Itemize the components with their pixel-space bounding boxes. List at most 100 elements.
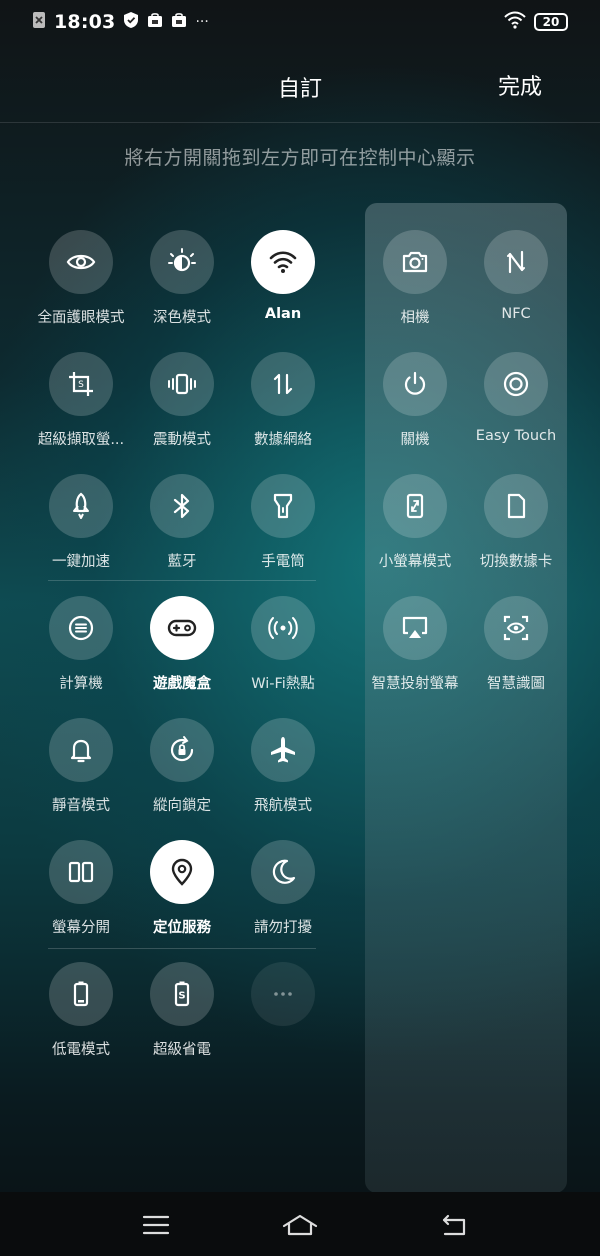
rotation-lock-icon <box>170 736 194 762</box>
tile-label: NFC <box>501 306 531 322</box>
location-icon <box>171 858 193 886</box>
tile-label: 手電筒 <box>261 554 305 570</box>
tile-label: 相機 <box>400 310 430 326</box>
tile-smart-screen-cast[interactable]: 智慧投射螢幕 <box>360 596 470 693</box>
wifi-icon <box>269 251 297 273</box>
rocket-icon <box>73 492 89 519</box>
battery-low-icon <box>73 981 89 1007</box>
tile-label: 關機 <box>400 432 430 448</box>
tile-portrait-lock[interactable]: 縱向鎖定 <box>127 718 237 815</box>
sim-card-icon <box>507 493 526 519</box>
svg-text:S: S <box>178 991 185 1002</box>
nfc-icon <box>507 250 525 274</box>
screenshot-crop-icon: S <box>69 372 93 396</box>
home-icon <box>282 1214 318 1236</box>
eye-icon <box>66 254 96 270</box>
tile-vibrate[interactable]: 震動模式 <box>127 352 237 449</box>
battery-indicator: 20 <box>534 13 568 31</box>
home-button[interactable] <box>280 1210 320 1240</box>
shopping-bag-icon <box>171 12 187 32</box>
tile-wifi-hotspot[interactable]: Wi-Fi熱點 <box>228 596 338 693</box>
grid-divider <box>48 580 316 581</box>
tile-one-key-boost[interactable]: 一鍵加速 <box>26 474 136 571</box>
split-screen-icon <box>68 861 94 883</box>
tile-flashlight[interactable]: 手電筒 <box>228 474 338 571</box>
status-time: 18:03 <box>54 11 116 33</box>
shield-icon <box>123 11 139 33</box>
tile-label: 智慧識圖 <box>487 676 545 692</box>
moon-icon <box>272 859 296 884</box>
menu-icon <box>142 1215 170 1235</box>
tile-switch-data-card[interactable]: 切換數據卡 <box>461 474 571 571</box>
vibrate-icon <box>168 373 196 395</box>
tile-silent-mode[interactable]: 靜音模式 <box>26 718 136 815</box>
status-bar: 18:03 ··· 20 <box>0 0 600 44</box>
instruction-text: 將右方開關拖到左方即可在控制中心顯示 <box>124 147 476 169</box>
screen-cast-icon <box>402 616 428 638</box>
tile-mobile-data[interactable]: 數據網絡 <box>228 352 338 449</box>
gamepad-icon <box>167 619 197 637</box>
back-button[interactable] <box>434 1210 474 1240</box>
bell-icon <box>70 739 92 763</box>
tile-camera[interactable]: 相機 <box>360 230 470 327</box>
header: 自訂 完成 <box>0 55 600 115</box>
hotspot-icon <box>268 617 298 639</box>
tile-split-screen[interactable]: 螢幕分開 <box>26 840 136 937</box>
tile-low-power-mode[interactable]: 低電模式 <box>26 962 136 1059</box>
tile-more[interactable] <box>228 962 338 1038</box>
svg-text:S: S <box>78 380 84 390</box>
wifi-status-icon <box>504 11 526 33</box>
tile-label: 小螢幕模式 <box>378 554 452 570</box>
tile-label: Wi-Fi熱點 <box>251 676 315 692</box>
tile-nfc[interactable]: NFC <box>461 230 571 322</box>
tile-wifi[interactable]: Alan <box>228 230 338 322</box>
tile-label: 計算機 <box>59 676 103 692</box>
tile-calculator[interactable]: 計算機 <box>26 596 136 693</box>
dark-mode-icon <box>168 248 196 272</box>
tile-label: 低電模式 <box>52 1042 110 1058</box>
data-arrows-icon <box>273 373 293 395</box>
tile-smart-image-recognition[interactable]: 智慧識圖 <box>461 596 571 693</box>
easy-touch-icon <box>503 371 529 397</box>
header-divider <box>0 122 600 123</box>
tile-super-screenshot[interactable]: S 超級擷取螢... <box>26 352 136 449</box>
tile-label: 超級省電 <box>153 1042 211 1058</box>
tile-location[interactable]: 定位服務 <box>127 840 237 937</box>
tile-label: 定位服務 <box>153 920 211 936</box>
tile-label: 智慧投射螢幕 <box>371 676 459 692</box>
tile-label: 遊戲魔盒 <box>153 676 211 692</box>
tile-super-power-saving[interactable]: S 超級省電 <box>127 962 237 1059</box>
battery-saver-icon: S <box>174 981 190 1007</box>
tile-label: 全面護眼模式 <box>37 310 125 326</box>
tile-label: 螢幕分開 <box>52 920 110 936</box>
tile-airplane-mode[interactable]: 飛航模式 <box>228 718 338 815</box>
tile-eye-protection[interactable]: 全面護眼模式 <box>26 230 136 327</box>
shopping-bag-icon <box>147 12 163 32</box>
tile-label: 超級擷取螢... <box>37 432 125 448</box>
tile-label: 縱向鎖定 <box>153 798 211 814</box>
tile-game-box[interactable]: 遊戲魔盒 <box>127 596 237 693</box>
tile-power-off[interactable]: 關機 <box>360 352 470 449</box>
tile-label: 數據網絡 <box>254 432 312 448</box>
more-icon <box>274 992 292 996</box>
power-icon <box>404 371 426 395</box>
small-screen-icon <box>406 493 424 519</box>
back-icon <box>442 1214 466 1236</box>
done-button[interactable]: 完成 <box>498 69 542 101</box>
scan-eye-icon <box>503 615 529 641</box>
menu-button[interactable] <box>136 1210 176 1240</box>
tile-bluetooth[interactable]: 藍牙 <box>127 474 237 571</box>
tile-do-not-disturb[interactable]: 請勿打擾 <box>228 840 338 937</box>
tile-small-screen-mode[interactable]: 小螢幕模式 <box>360 474 470 571</box>
flashlight-icon <box>273 493 293 519</box>
tile-dark-mode[interactable]: 深色模式 <box>127 230 237 327</box>
camera-icon <box>402 251 428 273</box>
airplane-icon <box>271 737 295 763</box>
bluetooth-icon <box>173 493 190 519</box>
tile-label: 藍牙 <box>167 554 197 570</box>
tile-easy-touch[interactable]: Easy Touch <box>461 352 571 444</box>
tile-label: 一鍵加速 <box>52 554 110 570</box>
tile-label: 深色模式 <box>153 310 211 326</box>
grid-divider <box>48 948 316 949</box>
tile-label: 請勿打擾 <box>254 920 312 936</box>
